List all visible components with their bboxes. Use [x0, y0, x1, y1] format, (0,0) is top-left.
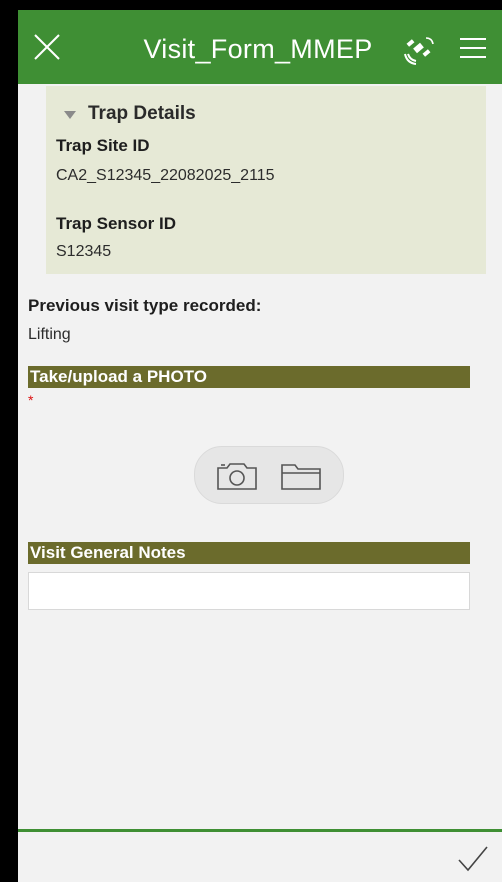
menu-button[interactable] [458, 36, 488, 60]
take-photo-button[interactable] [215, 461, 259, 491]
footer-divider [18, 829, 502, 832]
previous-visit-value: Lifting [28, 326, 71, 343]
upload-file-button[interactable] [279, 461, 323, 491]
required-marker: * [28, 392, 34, 408]
previous-visit-label: Previous visit type recorded: [28, 296, 262, 315]
trap-sensor-id-value: S12345 [56, 243, 112, 260]
form-title: Visit_Form_MMEP [143, 34, 373, 64]
camera-icon [217, 463, 257, 490]
trap-details-group: Trap Details Trap Site ID CA2_S12345_220… [46, 86, 486, 274]
form-screen: Visit_Form_MMEP Trap Details Trap Site I… [18, 10, 502, 882]
trap-details-title: Trap Details [88, 103, 196, 124]
folder-icon [281, 464, 321, 490]
hamburger-menu-icon [460, 38, 486, 58]
visit-notes-input[interactable] [28, 572, 470, 610]
notes-section-header: Visit General Notes [28, 542, 470, 564]
gps-status-button[interactable] [402, 32, 436, 66]
trap-details-toggle[interactable]: Trap Details [64, 102, 196, 126]
trap-sensor-id-label: Trap Sensor ID [56, 214, 176, 233]
satellite-gps-icon [404, 37, 434, 65]
submit-button[interactable] [456, 844, 490, 874]
trap-site-id-value: CA2_S12345_22082025_2115 [56, 167, 275, 184]
app-header: Visit_Form_MMEP [18, 10, 502, 84]
photo-section-header: Take/upload a PHOTO [28, 366, 470, 388]
photo-attach-controls [194, 446, 344, 504]
checkmark-icon [458, 846, 488, 872]
close-icon [34, 34, 60, 60]
close-button[interactable] [32, 32, 62, 62]
trap-site-id-label: Trap Site ID [56, 136, 150, 155]
chevron-down-icon [64, 111, 76, 119]
